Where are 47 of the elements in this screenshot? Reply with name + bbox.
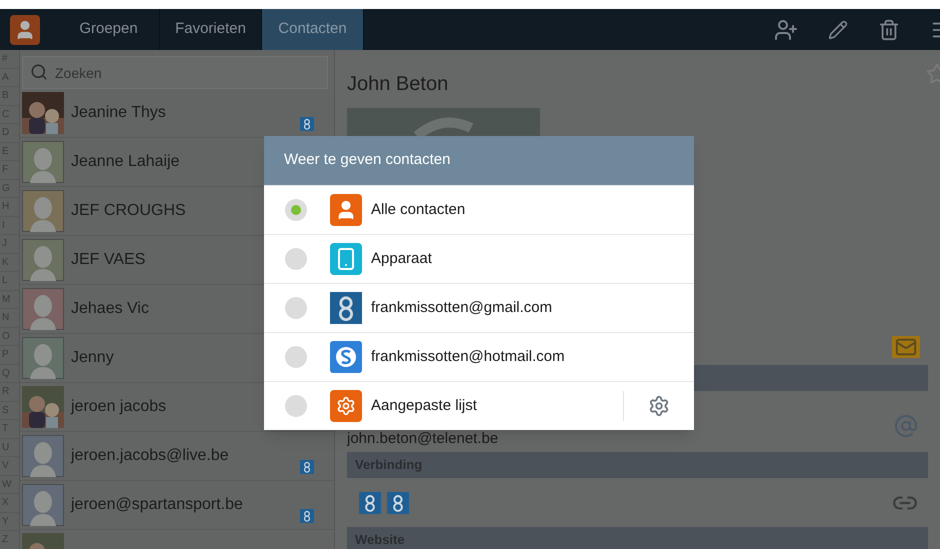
contacts-app-icon[interactable] <box>10 14 40 44</box>
settings-icon <box>330 390 362 422</box>
contact-name: jeroen jacobs <box>71 397 166 417</box>
dialog-option[interactable]: frankmissotten@hotmail.com <box>264 332 694 381</box>
contact-name: Jeanne Lahaije <box>71 152 180 172</box>
mail-icon[interactable] <box>892 336 920 358</box>
radio-button[interactable] <box>285 297 307 319</box>
delete-icon[interactable] <box>878 18 900 40</box>
radio-button[interactable] <box>285 395 307 417</box>
contact-name: Jeanine Thys <box>71 103 166 123</box>
phone-icon <box>330 243 362 275</box>
google-icon <box>330 292 362 324</box>
contact-title: John Beton <box>347 72 448 97</box>
tab[interactable]: Contacten <box>262 9 364 50</box>
contact-row[interactable]: jeroen@spartansport.be <box>20 481 334 530</box>
add-contact-icon[interactable] <box>774 18 798 42</box>
contacts-icon <box>330 194 362 226</box>
google-icon <box>359 492 381 514</box>
dialog-option[interactable]: Aangepaste lijst <box>264 381 694 430</box>
option-label: Alle contacten <box>371 200 466 220</box>
search-field[interactable]: Zoeken <box>22 56 328 89</box>
contact-name: Jehaes Vic <box>71 299 149 319</box>
google-icon <box>387 492 409 514</box>
dialog-option[interactable]: frankmissotten@gmail.com <box>264 283 694 332</box>
contact-row[interactable]: jeroen.jacobs@live.be <box>20 432 334 481</box>
contact-row[interactable]: Jeanine Thys <box>20 89 334 138</box>
option-label: frankmissotten@gmail.com <box>371 298 554 318</box>
option-label: Aangepaste lijst <box>371 396 478 416</box>
skype-icon <box>330 341 362 373</box>
radio-button[interactable] <box>285 346 307 368</box>
radio-button[interactable] <box>285 248 307 270</box>
dialog-option[interactable]: Alle contacten <box>264 185 694 234</box>
index-letter[interactable]: # <box>0 50 19 68</box>
contact-name: JEF CROUGHS <box>71 201 186 221</box>
option-label: Apparaat <box>371 248 433 269</box>
contact-name: jeroen.jacobs@live.be <box>71 446 229 466</box>
search-icon <box>30 63 48 81</box>
contact-name: jeroen@spartansport.be <box>71 495 243 515</box>
option-label: frankmissotten@hotmail.com <box>371 346 566 367</box>
email-icon[interactable] <box>894 414 918 438</box>
email-address[interactable]: john.beton@telenet.be <box>347 428 498 450</box>
contact-name: Jenny <box>71 348 114 368</box>
dialog-option[interactable]: Apparaat <box>264 234 694 283</box>
radio-button[interactable] <box>285 199 307 221</box>
edit-icon[interactable] <box>828 20 848 40</box>
settings-icon[interactable] <box>648 395 670 417</box>
contact-name: JEF VAES <box>71 250 146 270</box>
